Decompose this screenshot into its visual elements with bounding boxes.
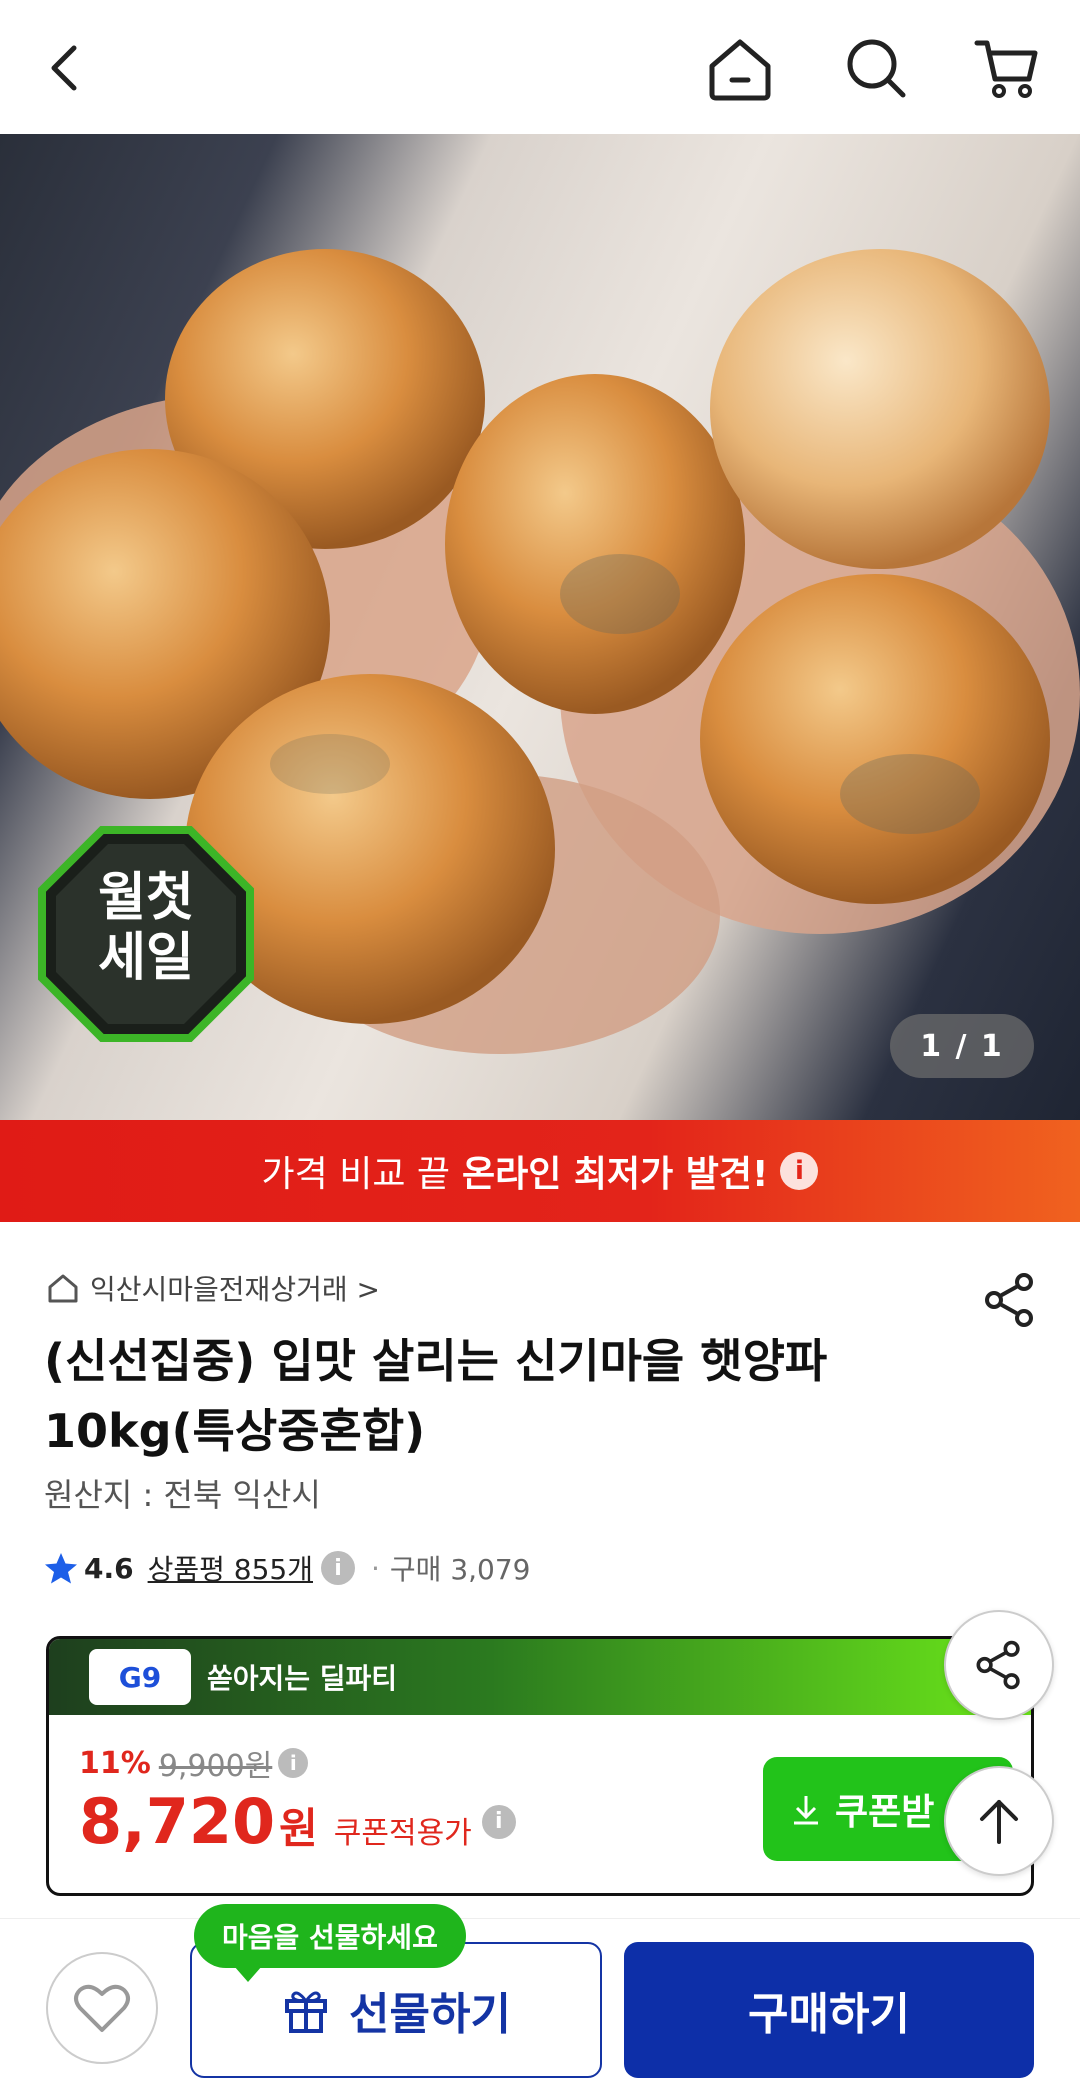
info-icon[interactable]: i	[278, 1748, 309, 1778]
star-icon	[45, 1553, 77, 1584]
sale-price: 8,720	[79, 1785, 276, 1858]
sale-badge-line2: 세일	[98, 928, 194, 988]
buy-button-label: 구매하기	[748, 1989, 910, 2040]
store-name: 익산시마을전재상거래 >	[90, 1273, 380, 1306]
g9-logo: G9	[89, 1649, 191, 1705]
product-title: (신선집중) 입맛 살리는 신기마을 햇양파 10kg(특상중혼합)	[44, 1334, 828, 1458]
rating-row: 4.6 상품평 855개 i · 구매 3,079	[44, 1546, 531, 1590]
gift-tooltip-text: 마음을 선물하세요	[222, 1921, 438, 1954]
scroll-top-button[interactable]	[944, 1766, 1054, 1876]
promo-bold-text: 온라인 최저가 발견!	[462, 1154, 769, 1195]
coupon-button-label: 쿠폰받	[835, 1792, 935, 1833]
promo-light-text: 가격 비교 끝	[261, 1154, 451, 1195]
floating-share-button[interactable]	[944, 1610, 1054, 1720]
image-counter: 1 / 1	[890, 1014, 1034, 1078]
purchase-count: 구매 3,079	[389, 1553, 531, 1586]
separator-dot: ·	[371, 1551, 380, 1585]
currency-label: 원	[279, 1804, 318, 1853]
sale-badge: 월첫 세일	[36, 824, 256, 1044]
chevron-left-icon[interactable]	[26, 28, 106, 108]
store-link[interactable]: 익산시마을전재상거래 >	[46, 1268, 380, 1308]
gift-tooltip-bubble: 마음을 선물하세요	[194, 1904, 466, 1982]
home-icon[interactable]	[700, 28, 780, 108]
origin-text: 원산지 : 전북 익산시	[44, 1476, 321, 1514]
gift-button-label: 선물하기	[349, 1989, 511, 2040]
sale-badge-line1: 월첫	[98, 868, 194, 928]
discount-row: 11% 9,900원 i	[79, 1741, 309, 1785]
deal-title: 쏟아지는 딜파티	[207, 1662, 398, 1695]
rating-score: 4.6	[84, 1551, 134, 1585]
original-price: 9,900원	[158, 1749, 273, 1784]
cart-icon[interactable]	[966, 28, 1046, 108]
wishlist-button[interactable]	[46, 1952, 158, 2064]
share-icon[interactable]	[980, 1270, 1040, 1330]
gift-icon	[285, 1991, 328, 2033]
store-home-icon	[48, 1274, 78, 1303]
heart-icon	[74, 1984, 130, 2032]
discount-percent: 11%	[79, 1745, 151, 1781]
lowest-price-banner[interactable]: 가격 비교 끝 온라인 최저가 발견! i	[0, 1120, 1080, 1222]
top-nav-bar	[0, 0, 1080, 134]
info-icon[interactable]: i	[481, 1804, 516, 1839]
info-icon[interactable]: i	[780, 1152, 819, 1190]
search-icon[interactable]	[836, 28, 916, 108]
reviews-link[interactable]: 상품평 855개	[148, 1548, 313, 1588]
buy-button[interactable]: 구매하기	[624, 1942, 1034, 2078]
coupon-price-note: 쿠폰적용가	[333, 1816, 472, 1851]
info-icon[interactable]: i	[321, 1551, 355, 1585]
deal-header: G9 쏟아지는 딜파티	[49, 1639, 1031, 1715]
deal-party-card: G9 쏟아지는 딜파티 11% 9,900원 i 8,720 원 쿠폰적용가 i…	[46, 1636, 1034, 1896]
share-icon	[976, 1640, 1020, 1690]
download-icon	[794, 1796, 818, 1825]
arrow-up-icon	[980, 1800, 1018, 1844]
product-image-gallery[interactable]: 월첫 세일 1 / 1	[0, 134, 1080, 1120]
sale-price-row: 8,720 원 쿠폰적용가 i	[79, 1785, 516, 1858]
